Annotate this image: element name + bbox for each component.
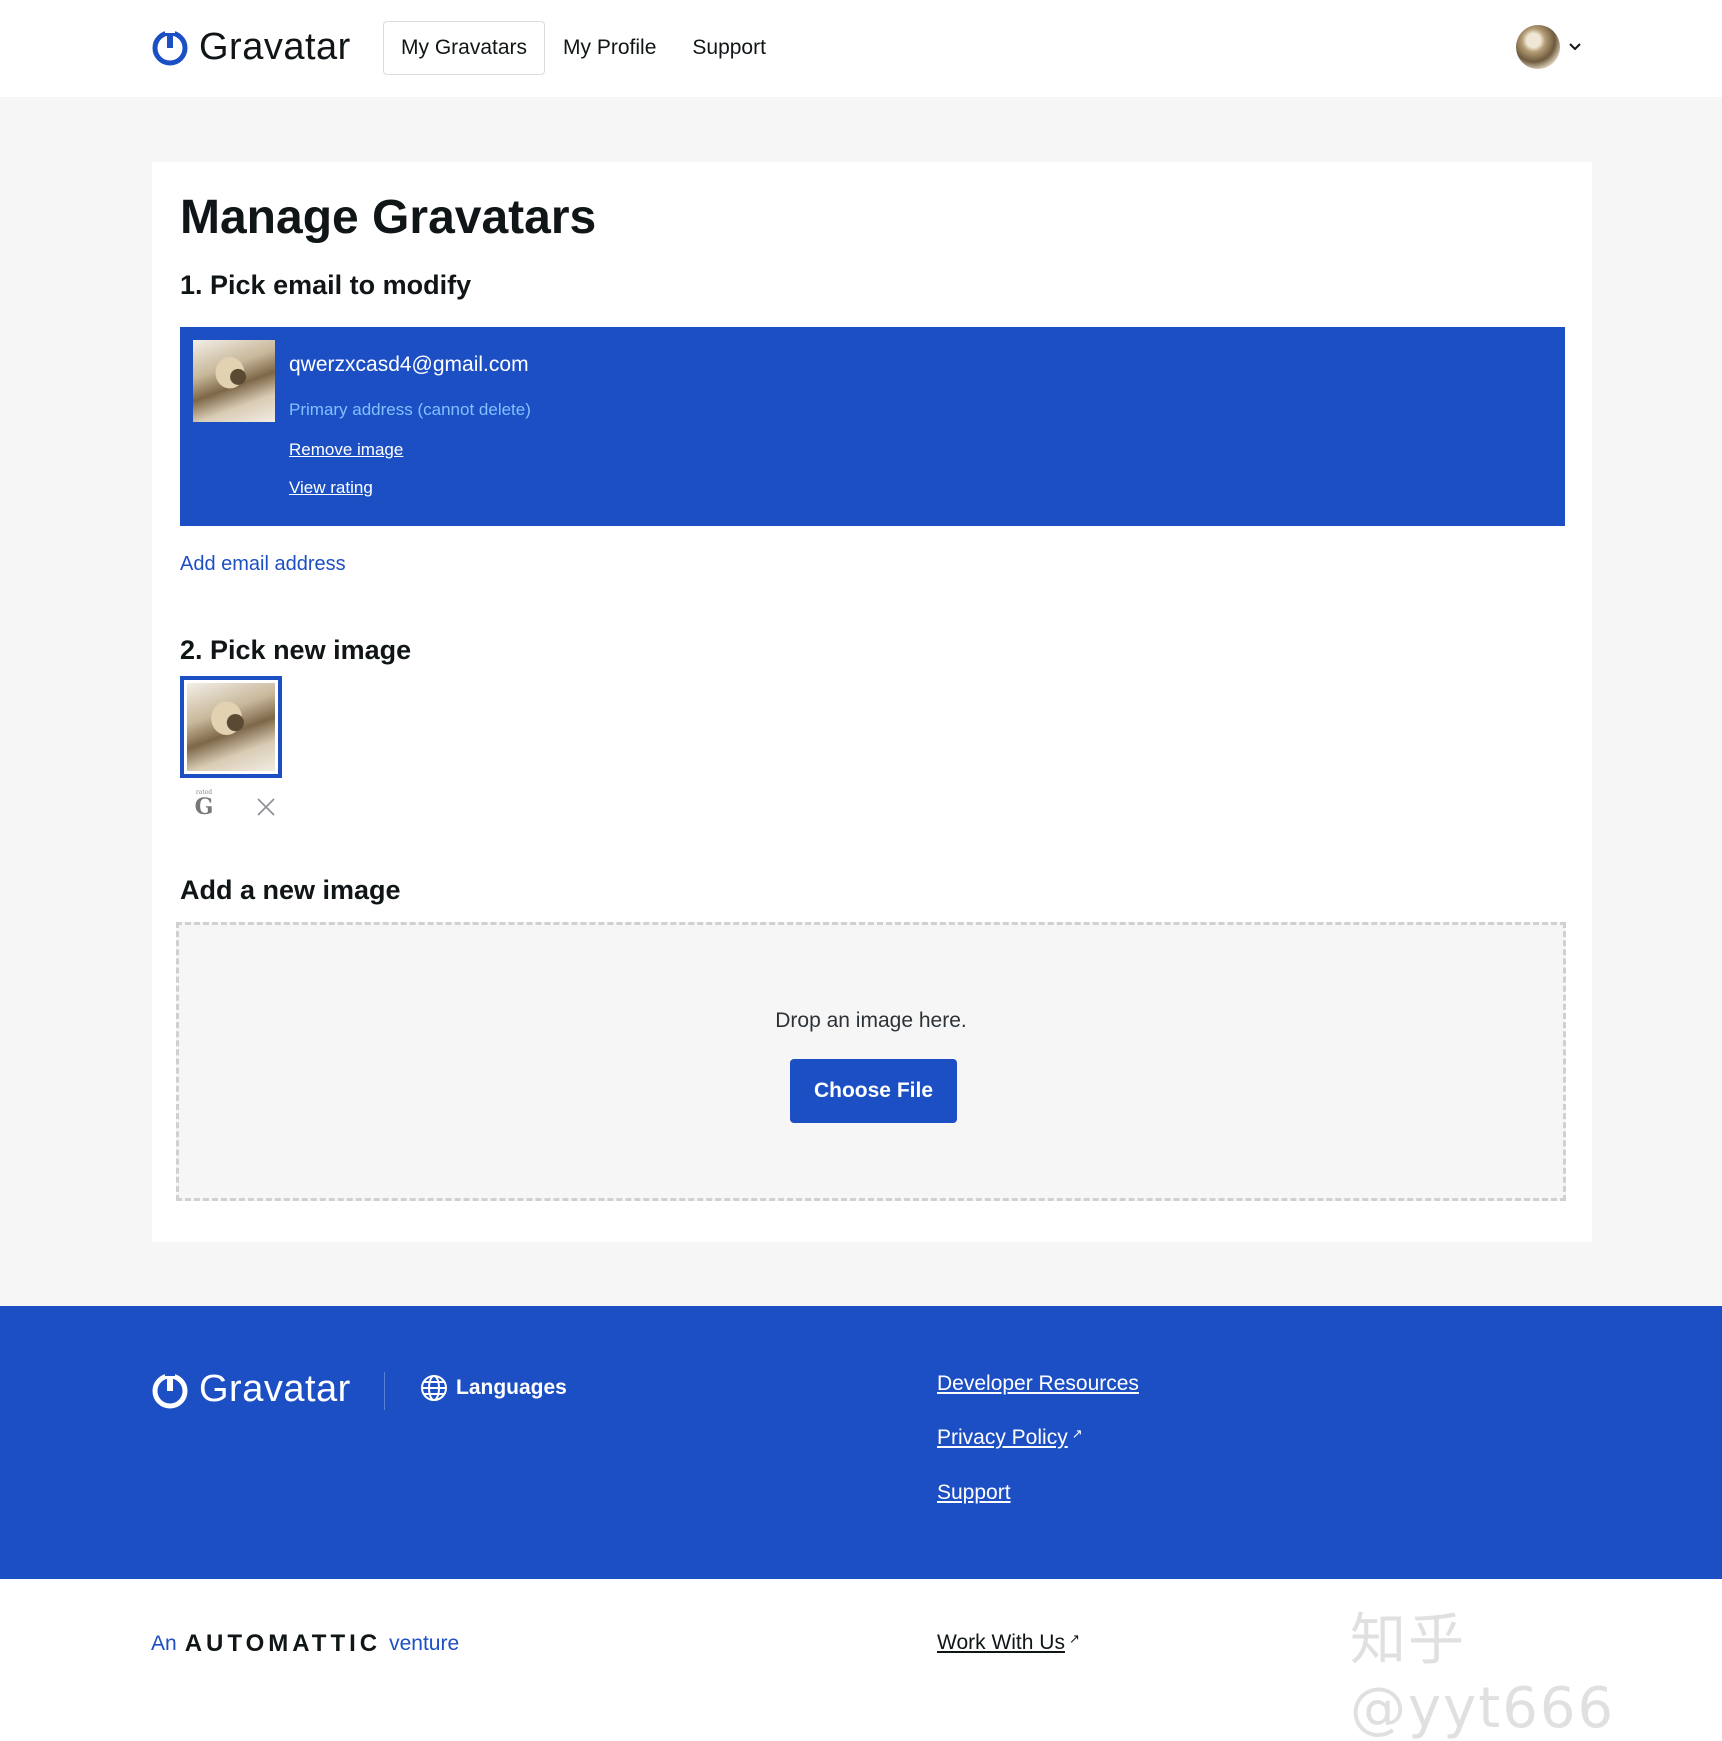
drop-hint: Drop an image here. <box>775 1009 967 1032</box>
automattic-venture[interactable]: An AUTOMATTIC venture <box>151 1630 459 1658</box>
bottom-bar: An AUTOMATTIC venture Work With Us ↗ 知乎 @… <box>0 1579 1722 1741</box>
external-link-icon: ↗ <box>1071 1426 1083 1441</box>
gravatar-logo[interactable]: Gravatar <box>151 26 351 68</box>
add-image-title: Add a new image <box>180 875 401 905</box>
email-address: qwerzxcasd4@gmail.com <box>289 353 529 376</box>
brand-name: Gravatar <box>199 25 351 68</box>
venture-suffix: venture <box>389 1632 460 1655</box>
step1-title: 1. Pick email to modify <box>180 270 472 300</box>
remove-image-link[interactable]: Remove image <box>289 440 403 460</box>
privacy-policy-link[interactable]: Privacy Policy ↗ <box>937 1426 1083 1450</box>
add-email-link[interactable]: Add email address <box>180 553 346 576</box>
footer: Gravatar Languages Developer Resources P… <box>0 1306 1722 1579</box>
footer-brand-name: Gravatar <box>199 1368 351 1410</box>
venture-prefix: An <box>151 1632 177 1655</box>
main-nav: My Gravatars My Profile Support <box>383 21 784 75</box>
languages-button[interactable]: Languages <box>420 1374 567 1402</box>
image-choice-thumbnail <box>187 683 275 771</box>
manage-card: Manage Gravatars 1. Pick email to modify… <box>152 162 1592 1242</box>
work-with-us-link[interactable]: Work With Us ↗ <box>937 1631 1080 1655</box>
watermark: 知乎 @yyt666 <box>1350 1608 1616 1741</box>
developer-resources-label: Developer Resources <box>937 1372 1139 1395</box>
image-dropzone[interactable]: Drop an image here. Choose File <box>176 922 1566 1201</box>
work-with-us-label: Work With Us <box>937 1631 1065 1654</box>
step2-title: 2. Pick new image <box>180 635 412 665</box>
footer-divider <box>384 1372 385 1410</box>
choose-file-button[interactable]: Choose File <box>790 1059 957 1123</box>
automattic-logo: AUTOMATTIC <box>184 1630 382 1657</box>
email-card-selected[interactable]: qwerzxcasd4@gmail.com Primary address (c… <box>180 327 1565 526</box>
globe-icon <box>421 1375 447 1401</box>
image-choice-selected[interactable] <box>180 676 282 778</box>
primary-address-note: Primary address (cannot delete) <box>289 400 531 419</box>
footer-support-link[interactable]: Support <box>937 1481 1011 1505</box>
view-rating-link[interactable]: View rating <box>289 478 373 498</box>
page-title: Manage Gravatars <box>180 191 597 244</box>
close-icon[interactable] <box>256 797 276 817</box>
gravatar-logo-icon <box>152 28 188 66</box>
nav-my-profile[interactable]: My Profile <box>545 21 674 75</box>
developer-resources-link[interactable]: Developer Resources <box>937 1372 1139 1396</box>
top-bar: Gravatar My Gravatars My Profile Support <box>0 0 1722 97</box>
footer-support-label: Support <box>937 1481 1011 1504</box>
footer-logo[interactable]: Gravatar <box>151 1368 351 1411</box>
avatar <box>1516 25 1560 69</box>
chevron-down-icon <box>1569 43 1581 51</box>
main-area: Manage Gravatars 1. Pick email to modify… <box>0 97 1722 1306</box>
email-avatar-image <box>193 340 275 422</box>
privacy-policy-label: Privacy Policy <box>937 1426 1068 1449</box>
nav-support[interactable]: Support <box>674 21 784 75</box>
nav-my-gravatars[interactable]: My Gravatars <box>383 21 546 75</box>
external-link-icon: ↗ <box>1068 1631 1080 1646</box>
languages-label: Languages <box>456 1376 567 1399</box>
user-menu[interactable] <box>1516 25 1584 69</box>
rating-g-badge[interactable]: rated G <box>192 789 216 819</box>
rating-letter: G <box>194 794 214 820</box>
gravatar-logo-icon <box>152 1370 188 1408</box>
